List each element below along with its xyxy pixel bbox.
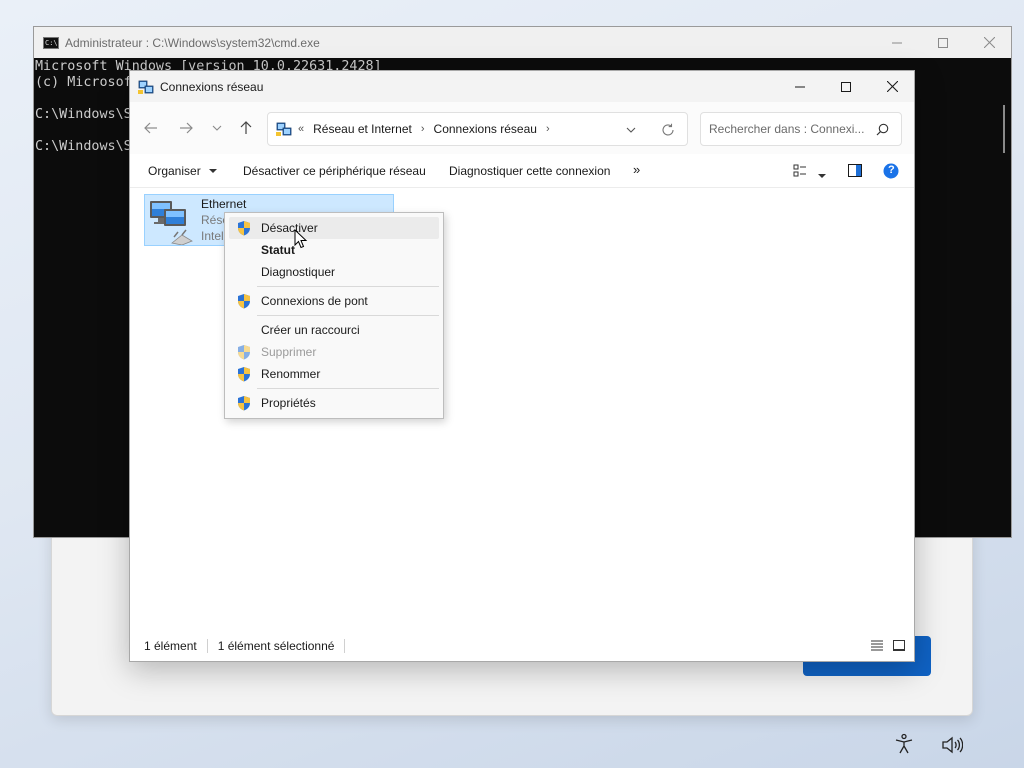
menu-item-label: Statut [261, 243, 295, 257]
menu-item-label: Créer un raccourci [261, 323, 360, 337]
menu-item-diagnose[interactable]: Diagnostiquer [229, 261, 439, 283]
change-view-button[interactable] [793, 164, 807, 181]
more-commands-button[interactable]: » [633, 162, 640, 177]
breadcrumb-separator[interactable]: › [421, 123, 425, 135]
breadcrumb-overflow[interactable]: « [298, 123, 304, 135]
disable-device-button[interactable]: Désactiver ce périphérique réseau [243, 164, 426, 178]
cmd-scrollbar[interactable] [995, 58, 1011, 537]
menu-item-rename[interactable]: Renommer [229, 363, 439, 385]
uac-shield-icon [238, 367, 250, 382]
recent-locations-button[interactable] [203, 116, 231, 140]
organize-menu-button[interactable]: Organiser [148, 164, 218, 178]
status-divider [344, 638, 346, 653]
back-button[interactable] [137, 116, 165, 140]
breadcrumb-network-connections[interactable]: Connexions réseau [434, 122, 537, 136]
chevron-down-icon [212, 125, 222, 131]
details-view-icon[interactable] [871, 640, 883, 651]
menu-item-label: Supprimer [261, 345, 317, 359]
network-connections-icon [138, 80, 154, 94]
close-icon [983, 37, 995, 48]
menu-item-properties[interactable]: Propriétés [229, 392, 439, 414]
address-bar[interactable]: « Réseau et Internet › Connexions réseau… [267, 112, 688, 146]
menu-item-create-shortcut[interactable]: Créer un raccourci [229, 319, 439, 341]
explorer-minimize-button[interactable] [777, 71, 823, 102]
selected-count: 1 élément sélectionné [217, 638, 335, 653]
back-arrow-icon [144, 122, 157, 134]
cmd-close-button[interactable] [966, 27, 1012, 58]
forward-button[interactable] [172, 116, 200, 140]
connection-name: Ethernet [201, 197, 247, 211]
cmd-scrollbar-thumb[interactable] [1003, 105, 1005, 153]
explorer-titlebar[interactable]: Connexions réseau [130, 71, 914, 102]
uac-shield-icon [238, 221, 250, 236]
menu-item-label: Renommer [261, 367, 321, 381]
address-history-chevron-icon[interactable] [626, 127, 636, 134]
status-divider [206, 638, 208, 653]
view-options-icon [793, 164, 806, 177]
network-connections-icon [276, 122, 292, 136]
preview-pane-button[interactable] [848, 164, 862, 180]
connection-adapter: Intel [201, 229, 224, 243]
menu-item-bridge-connections[interactable]: Connexions de pont [229, 290, 439, 312]
large-icons-view-icon[interactable] [893, 640, 905, 651]
maximize-icon [938, 37, 948, 48]
volume-icon[interactable] [941, 734, 963, 756]
dropdown-arrow-icon [209, 169, 218, 174]
up-arrow-icon [240, 121, 252, 134]
explorer-window-title: Connexions réseau [160, 79, 264, 94]
menu-item-label: Connexions de pont [261, 294, 368, 308]
cmd-window-title: Administrateur : C:\Windows\system32\cmd… [65, 35, 320, 50]
search-box[interactable] [700, 112, 902, 146]
menu-separator [257, 388, 439, 389]
forward-arrow-icon [180, 122, 193, 134]
refresh-icon[interactable] [661, 123, 675, 137]
menu-separator [257, 286, 439, 287]
menu-item-delete[interactable]: Supprimer [229, 341, 439, 363]
ethernet-adapter-icon [150, 201, 193, 245]
accessibility-icon[interactable] [893, 733, 915, 755]
menu-separator [257, 315, 439, 316]
view-dropdown-button[interactable] [818, 168, 826, 182]
cmd-maximize-button[interactable] [920, 27, 966, 58]
uac-shield-icon [238, 345, 250, 360]
context-menu: Désactiver Statut Diagnostiquer Connexio… [224, 212, 444, 419]
maximize-icon [841, 81, 851, 92]
search-icon[interactable] [876, 123, 889, 136]
status-bar: 1 élément 1 élément sélectionné [130, 630, 914, 661]
help-button[interactable]: ? [883, 163, 899, 182]
explorer-close-button[interactable] [869, 71, 915, 102]
command-bar: Organiser Désactiver ce périphérique rés… [130, 154, 914, 188]
uac-shield-icon [238, 396, 250, 411]
breadcrumb-network-internet[interactable]: Réseau et Internet [313, 122, 412, 136]
minimize-icon [795, 86, 805, 87]
mouse-cursor-icon [294, 229, 308, 249]
item-count: 1 élément [144, 638, 197, 653]
explorer-navbar: « Réseau et Internet › Connexions réseau… [130, 102, 914, 154]
menu-item-label: Désactiver [261, 221, 318, 235]
menu-item-label: Propriétés [261, 396, 316, 410]
menu-item-status[interactable]: Statut [229, 239, 439, 261]
help-glyph: ? [888, 164, 895, 176]
breadcrumb-separator[interactable]: › [546, 123, 550, 135]
up-button[interactable] [232, 116, 260, 140]
uac-shield-icon [238, 294, 250, 309]
menu-item-label: Diagnostiquer [261, 265, 336, 279]
preview-pane-icon [848, 164, 862, 177]
organize-label: Organiser [148, 164, 201, 178]
menu-item-disable[interactable]: Désactiver [229, 217, 439, 239]
minimize-icon [892, 42, 902, 43]
explorer-maximize-button[interactable] [823, 71, 869, 102]
search-input[interactable] [709, 122, 869, 136]
cmd-app-icon: C:\ [43, 36, 59, 49]
close-icon [886, 81, 898, 92]
cmd-minimize-button[interactable] [874, 27, 920, 58]
cmd-titlebar[interactable]: C:\ Administrateur : C:\Windows\system32… [34, 27, 1011, 58]
diagnose-connection-button[interactable]: Diagnostiquer cette connexion [449, 164, 610, 178]
dropdown-arrow-icon [818, 174, 826, 178]
